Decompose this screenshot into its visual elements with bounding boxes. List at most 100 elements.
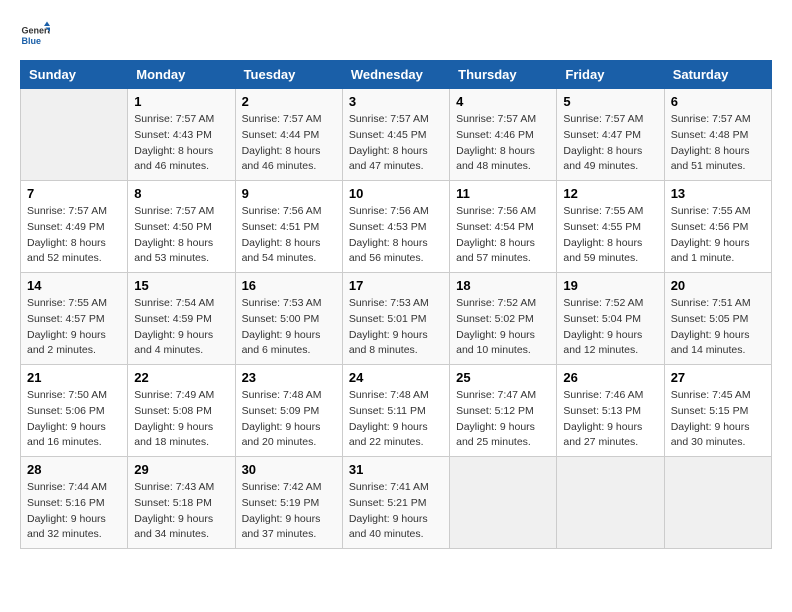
weekday-header-friday: Friday: [557, 61, 664, 89]
day-number: 20: [671, 278, 765, 293]
svg-text:Blue: Blue: [22, 36, 42, 46]
calendar-cell: 11 Sunrise: 7:56 AMSunset: 4:54 PMDaylig…: [450, 181, 557, 273]
week-row-4: 21 Sunrise: 7:50 AMSunset: 5:06 PMDaylig…: [21, 365, 772, 457]
weekday-header-saturday: Saturday: [664, 61, 771, 89]
day-number: 9: [242, 186, 336, 201]
calendar-cell: 20 Sunrise: 7:51 AMSunset: 5:05 PMDaylig…: [664, 273, 771, 365]
calendar-cell: 8 Sunrise: 7:57 AMSunset: 4:50 PMDayligh…: [128, 181, 235, 273]
calendar-cell: 5 Sunrise: 7:57 AMSunset: 4:47 PMDayligh…: [557, 89, 664, 181]
day-info: Sunrise: 7:47 AMSunset: 5:12 PMDaylight:…: [456, 388, 550, 451]
day-info: Sunrise: 7:45 AMSunset: 5:15 PMDaylight:…: [671, 388, 765, 451]
day-info: Sunrise: 7:48 AMSunset: 5:11 PMDaylight:…: [349, 388, 443, 451]
week-row-1: 1 Sunrise: 7:57 AMSunset: 4:43 PMDayligh…: [21, 89, 772, 181]
day-info: Sunrise: 7:57 AMSunset: 4:50 PMDaylight:…: [134, 204, 228, 267]
calendar-cell: 17 Sunrise: 7:53 AMSunset: 5:01 PMDaylig…: [342, 273, 449, 365]
day-number: 15: [134, 278, 228, 293]
calendar-cell: [450, 457, 557, 549]
day-info: Sunrise: 7:57 AMSunset: 4:47 PMDaylight:…: [563, 112, 657, 175]
day-number: 31: [349, 462, 443, 477]
day-number: 10: [349, 186, 443, 201]
calendar-cell: 26 Sunrise: 7:46 AMSunset: 5:13 PMDaylig…: [557, 365, 664, 457]
day-info: Sunrise: 7:42 AMSunset: 5:19 PMDaylight:…: [242, 480, 336, 543]
day-info: Sunrise: 7:48 AMSunset: 5:09 PMDaylight:…: [242, 388, 336, 451]
day-number: 6: [671, 94, 765, 109]
calendar-cell: 30 Sunrise: 7:42 AMSunset: 5:19 PMDaylig…: [235, 457, 342, 549]
calendar-cell: [21, 89, 128, 181]
calendar-cell: 19 Sunrise: 7:52 AMSunset: 5:04 PMDaylig…: [557, 273, 664, 365]
day-info: Sunrise: 7:44 AMSunset: 5:16 PMDaylight:…: [27, 480, 121, 543]
calendar-cell: 4 Sunrise: 7:57 AMSunset: 4:46 PMDayligh…: [450, 89, 557, 181]
day-number: 22: [134, 370, 228, 385]
calendar-cell: 21 Sunrise: 7:50 AMSunset: 5:06 PMDaylig…: [21, 365, 128, 457]
day-number: 21: [27, 370, 121, 385]
calendar-cell: [664, 457, 771, 549]
svg-text:General: General: [22, 26, 51, 36]
day-number: 4: [456, 94, 550, 109]
day-number: 11: [456, 186, 550, 201]
day-info: Sunrise: 7:56 AMSunset: 4:51 PMDaylight:…: [242, 204, 336, 267]
day-info: Sunrise: 7:57 AMSunset: 4:44 PMDaylight:…: [242, 112, 336, 175]
calendar-cell: 28 Sunrise: 7:44 AMSunset: 5:16 PMDaylig…: [21, 457, 128, 549]
calendar-cell: 9 Sunrise: 7:56 AMSunset: 4:51 PMDayligh…: [235, 181, 342, 273]
calendar-cell: 23 Sunrise: 7:48 AMSunset: 5:09 PMDaylig…: [235, 365, 342, 457]
day-info: Sunrise: 7:53 AMSunset: 5:01 PMDaylight:…: [349, 296, 443, 359]
day-number: 1: [134, 94, 228, 109]
day-info: Sunrise: 7:41 AMSunset: 5:21 PMDaylight:…: [349, 480, 443, 543]
day-info: Sunrise: 7:49 AMSunset: 5:08 PMDaylight:…: [134, 388, 228, 451]
weekday-header-thursday: Thursday: [450, 61, 557, 89]
calendar-cell: 16 Sunrise: 7:53 AMSunset: 5:00 PMDaylig…: [235, 273, 342, 365]
day-number: 18: [456, 278, 550, 293]
calendar-cell: 7 Sunrise: 7:57 AMSunset: 4:49 PMDayligh…: [21, 181, 128, 273]
day-info: Sunrise: 7:52 AMSunset: 5:04 PMDaylight:…: [563, 296, 657, 359]
day-number: 26: [563, 370, 657, 385]
day-number: 8: [134, 186, 228, 201]
day-info: Sunrise: 7:55 AMSunset: 4:56 PMDaylight:…: [671, 204, 765, 267]
weekday-header-tuesday: Tuesday: [235, 61, 342, 89]
weekday-header-monday: Monday: [128, 61, 235, 89]
calendar-table: SundayMondayTuesdayWednesdayThursdayFrid…: [20, 60, 772, 549]
calendar-cell: 31 Sunrise: 7:41 AMSunset: 5:21 PMDaylig…: [342, 457, 449, 549]
week-row-5: 28 Sunrise: 7:44 AMSunset: 5:16 PMDaylig…: [21, 457, 772, 549]
day-number: 2: [242, 94, 336, 109]
logo-icon: General Blue: [20, 20, 50, 50]
week-row-2: 7 Sunrise: 7:57 AMSunset: 4:49 PMDayligh…: [21, 181, 772, 273]
day-info: Sunrise: 7:57 AMSunset: 4:43 PMDaylight:…: [134, 112, 228, 175]
day-number: 25: [456, 370, 550, 385]
calendar-cell: 2 Sunrise: 7:57 AMSunset: 4:44 PMDayligh…: [235, 89, 342, 181]
day-info: Sunrise: 7:54 AMSunset: 4:59 PMDaylight:…: [134, 296, 228, 359]
day-number: 23: [242, 370, 336, 385]
day-number: 14: [27, 278, 121, 293]
weekday-header-wednesday: Wednesday: [342, 61, 449, 89]
day-info: Sunrise: 7:55 AMSunset: 4:55 PMDaylight:…: [563, 204, 657, 267]
calendar-cell: 18 Sunrise: 7:52 AMSunset: 5:02 PMDaylig…: [450, 273, 557, 365]
calendar-cell: 22 Sunrise: 7:49 AMSunset: 5:08 PMDaylig…: [128, 365, 235, 457]
calendar-cell: 1 Sunrise: 7:57 AMSunset: 4:43 PMDayligh…: [128, 89, 235, 181]
day-number: 19: [563, 278, 657, 293]
header: General Blue: [20, 20, 772, 50]
day-info: Sunrise: 7:50 AMSunset: 5:06 PMDaylight:…: [27, 388, 121, 451]
weekday-header-row: SundayMondayTuesdayWednesdayThursdayFrid…: [21, 61, 772, 89]
day-info: Sunrise: 7:57 AMSunset: 4:48 PMDaylight:…: [671, 112, 765, 175]
calendar-cell: 6 Sunrise: 7:57 AMSunset: 4:48 PMDayligh…: [664, 89, 771, 181]
day-number: 5: [563, 94, 657, 109]
day-info: Sunrise: 7:57 AMSunset: 4:49 PMDaylight:…: [27, 204, 121, 267]
day-number: 30: [242, 462, 336, 477]
calendar-cell: [557, 457, 664, 549]
day-info: Sunrise: 7:56 AMSunset: 4:54 PMDaylight:…: [456, 204, 550, 267]
calendar-cell: 12 Sunrise: 7:55 AMSunset: 4:55 PMDaylig…: [557, 181, 664, 273]
day-number: 29: [134, 462, 228, 477]
calendar-cell: 24 Sunrise: 7:48 AMSunset: 5:11 PMDaylig…: [342, 365, 449, 457]
day-info: Sunrise: 7:57 AMSunset: 4:45 PMDaylight:…: [349, 112, 443, 175]
day-number: 17: [349, 278, 443, 293]
calendar-cell: 27 Sunrise: 7:45 AMSunset: 5:15 PMDaylig…: [664, 365, 771, 457]
calendar-cell: 15 Sunrise: 7:54 AMSunset: 4:59 PMDaylig…: [128, 273, 235, 365]
day-info: Sunrise: 7:46 AMSunset: 5:13 PMDaylight:…: [563, 388, 657, 451]
day-number: 13: [671, 186, 765, 201]
weekday-header-sunday: Sunday: [21, 61, 128, 89]
day-info: Sunrise: 7:53 AMSunset: 5:00 PMDaylight:…: [242, 296, 336, 359]
day-info: Sunrise: 7:57 AMSunset: 4:46 PMDaylight:…: [456, 112, 550, 175]
day-info: Sunrise: 7:43 AMSunset: 5:18 PMDaylight:…: [134, 480, 228, 543]
day-number: 27: [671, 370, 765, 385]
day-info: Sunrise: 7:55 AMSunset: 4:57 PMDaylight:…: [27, 296, 121, 359]
calendar-cell: 10 Sunrise: 7:56 AMSunset: 4:53 PMDaylig…: [342, 181, 449, 273]
